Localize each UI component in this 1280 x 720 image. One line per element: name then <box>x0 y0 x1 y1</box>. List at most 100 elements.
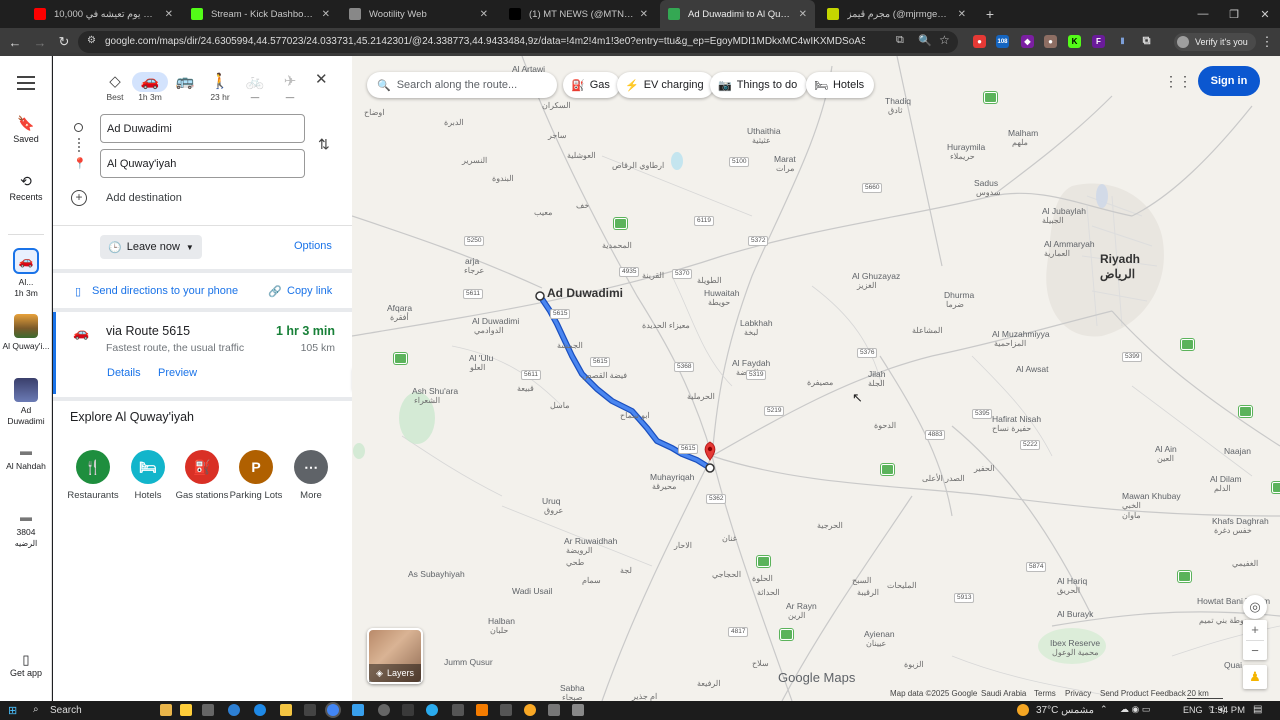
copilot-icon[interactable] <box>228 704 240 716</box>
swap-icon[interactable]: ⇅ <box>318 136 330 153</box>
map-place-label[interactable]: الدوادمي <box>474 326 503 336</box>
map-place-label[interactable]: الدلم <box>1214 484 1231 494</box>
get-app-button[interactable]: ▯ Get app <box>0 653 52 679</box>
map-place-label[interactable]: الزبوة <box>904 660 924 670</box>
map-place-label[interactable]: القرينة <box>642 271 664 281</box>
map-place-label[interactable]: حويطة <box>708 298 730 308</box>
browser-menu-icon[interactable]: ⋮ <box>1257 32 1277 52</box>
back-icon[interactable]: ← <box>5 32 25 52</box>
map-place-label[interactable]: النسرير <box>462 156 487 166</box>
recent-item-3804[interactable]: ▬ 3804 الرضيه <box>0 511 52 549</box>
map-place-label[interactable]: لجة <box>620 566 632 576</box>
map-place-label[interactable]: Khafs Daghrah <box>1212 516 1269 526</box>
chrome-icon[interactable] <box>327 704 339 716</box>
explore-hotels[interactable]: 🛏 Hotels <box>120 450 176 502</box>
map-place-label[interactable]: Halban <box>488 616 515 626</box>
taskbar-app-icon[interactable] <box>452 704 464 716</box>
menu-icon[interactable] <box>17 76 35 90</box>
map-place-label[interactable]: Riyadh <box>1100 253 1140 265</box>
route-details-button[interactable]: Details <box>107 367 141 379</box>
map-place-label[interactable]: مصيفرة <box>807 378 833 388</box>
recent-item-al-quwayiyah[interactable]: Al Quway'i... <box>0 314 52 352</box>
weather-label[interactable]: 37°C مشمس <box>1036 705 1094 716</box>
map-place-label[interactable]: Ar Ruwaidhah <box>564 536 617 546</box>
close-icon[interactable]: ✕ <box>315 70 328 88</box>
map-place-label[interactable]: العلو <box>470 363 485 373</box>
task-view-icon[interactable] <box>202 704 214 716</box>
map-place-label[interactable]: ملهم <box>1012 138 1028 148</box>
map-place-label[interactable]: المليحات <box>887 581 916 591</box>
map-place-label[interactable]: Ash Shu'ara <box>412 386 458 396</box>
map-place-label[interactable]: معيب <box>534 208 552 218</box>
map-place-label[interactable]: سدوس <box>976 188 1001 198</box>
map-place-label[interactable]: حفيرة نساح <box>992 424 1031 434</box>
map-place-label[interactable]: العوشلية <box>567 151 596 161</box>
my-location-icon[interactable]: ◎ <box>1243 595 1267 619</box>
mode-driving[interactable]: 🚗 1h 3m <box>132 72 168 102</box>
add-destination-button[interactable]: Add destination <box>106 192 182 204</box>
layers-button[interactable]: ◈ Layers <box>367 628 423 684</box>
taskbar-app-icon[interactable] <box>402 704 414 716</box>
map-place-label[interactable]: مرات <box>776 164 794 174</box>
map-place-label[interactable]: Ayienan <box>864 629 895 639</box>
profile-button[interactable]: Verify it's you <box>1174 33 1256 51</box>
apps-grid-icon[interactable]: ⋮⋮ <box>1164 73 1192 90</box>
taskbar-search-label[interactable]: Search <box>50 705 82 716</box>
search-along-route-input[interactable]: 🔍 Search along the route... <box>367 72 557 98</box>
map-place-label[interactable]: الغزيز <box>857 281 877 291</box>
map-place-label[interactable]: ضرما <box>946 300 964 310</box>
map-place-label[interactable]: طحي <box>566 558 584 568</box>
extension-wave-icon[interactable]: ⦀ <box>1116 35 1129 48</box>
map-place-label[interactable]: Al Duwadimi <box>472 316 519 326</box>
map-place-label[interactable]: Al Dilam <box>1210 474 1242 484</box>
tray-chevron-icon[interactable]: ⌃ <box>1100 704 1108 715</box>
copy-link-button[interactable]: Copy link <box>287 285 332 297</box>
reload-icon[interactable]: ↻ <box>54 32 74 52</box>
browser-tab[interactable]: Stream - Kick Dashboard ✕ <box>183 0 338 28</box>
map-place-label[interactable]: Mawan Khubay <box>1122 491 1181 501</box>
extension-icon-4[interactable]: ● <box>1044 35 1057 48</box>
send-directions-button[interactable]: Send directions to your phone <box>92 285 238 297</box>
map-place-label[interactable]: Huraymila <box>947 142 985 152</box>
chip-hotels[interactable]: 🛏 Hotels <box>806 72 875 98</box>
forward-icon[interactable]: → <box>30 32 50 52</box>
map-place-label[interactable]: غنان <box>722 534 737 544</box>
map-place-label[interactable]: ماوان <box>1122 511 1141 521</box>
tab-close-icon[interactable]: ✕ <box>640 9 648 20</box>
zoom-icon[interactable]: 🔍 <box>918 34 932 47</box>
taskbar-app-icon[interactable] <box>548 704 560 716</box>
chip-things-to-do[interactable]: 📷 Things to do <box>710 72 808 98</box>
map-place-label[interactable]: الحرملية <box>687 392 715 402</box>
map-place-label[interactable]: Hafirat Nisah <box>992 414 1041 424</box>
map-canvas[interactable]: Al ArtawiالأرطاويThadiqثادقMalhamملهمالس… <box>352 56 1280 701</box>
map-place-label[interactable]: الشعراء <box>414 396 440 406</box>
map-place-label[interactable]: الحداثة <box>757 588 780 598</box>
tab-close-icon[interactable]: ✕ <box>165 9 173 20</box>
taskbar-app-icon[interactable] <box>378 704 390 716</box>
install-icon[interactable]: ⧉ <box>896 34 904 47</box>
browser-tab[interactable]: Wootility Web ✕ <box>341 0 496 28</box>
map-place-label[interactable]: Uruq <box>542 496 560 506</box>
browser-tab[interactable]: (1) MT NEWS (@MTNEWS_) / X ✕ <box>501 0 656 28</box>
map-place-label[interactable]: Ad Duwadimi <box>547 287 623 299</box>
map-place-label[interactable]: Ar Rayn <box>786 601 817 611</box>
terms-link[interactable]: Terms <box>1034 689 1056 698</box>
extension-shield-icon[interactable]: ◆ <box>1021 35 1034 48</box>
chip-gas[interactable]: ⛽ Gas <box>563 72 620 98</box>
map-place-label[interactable]: arja <box>465 256 479 266</box>
map-place-label[interactable]: حريملاء <box>950 152 975 162</box>
clock-time[interactable]: 1:54 PM <box>1209 705 1245 716</box>
map-place-label[interactable]: ماسل <box>550 401 569 411</box>
map-place-label[interactable]: Al Muzahmiyya <box>992 329 1050 339</box>
map-place-label[interactable]: Jumm Qusur <box>444 657 493 667</box>
map-place-label[interactable]: الحريق <box>1057 586 1080 596</box>
mode-best[interactable]: ◇ Best <box>100 72 130 102</box>
map-place-label[interactable]: اوضاح <box>364 108 384 118</box>
map-place-label[interactable]: المشاعلة <box>912 326 943 336</box>
map-place-label[interactable]: الجمشة <box>557 341 583 351</box>
map-place-label[interactable]: الخبي <box>1122 501 1141 511</box>
chip-ev-charging[interactable]: ⚡ EV charging <box>617 72 714 98</box>
close-window-button[interactable]: ✕ <box>1250 0 1280 28</box>
mode-transit[interactable]: 🚌 <box>170 72 200 92</box>
route-preview-button[interactable]: Preview <box>158 367 197 379</box>
